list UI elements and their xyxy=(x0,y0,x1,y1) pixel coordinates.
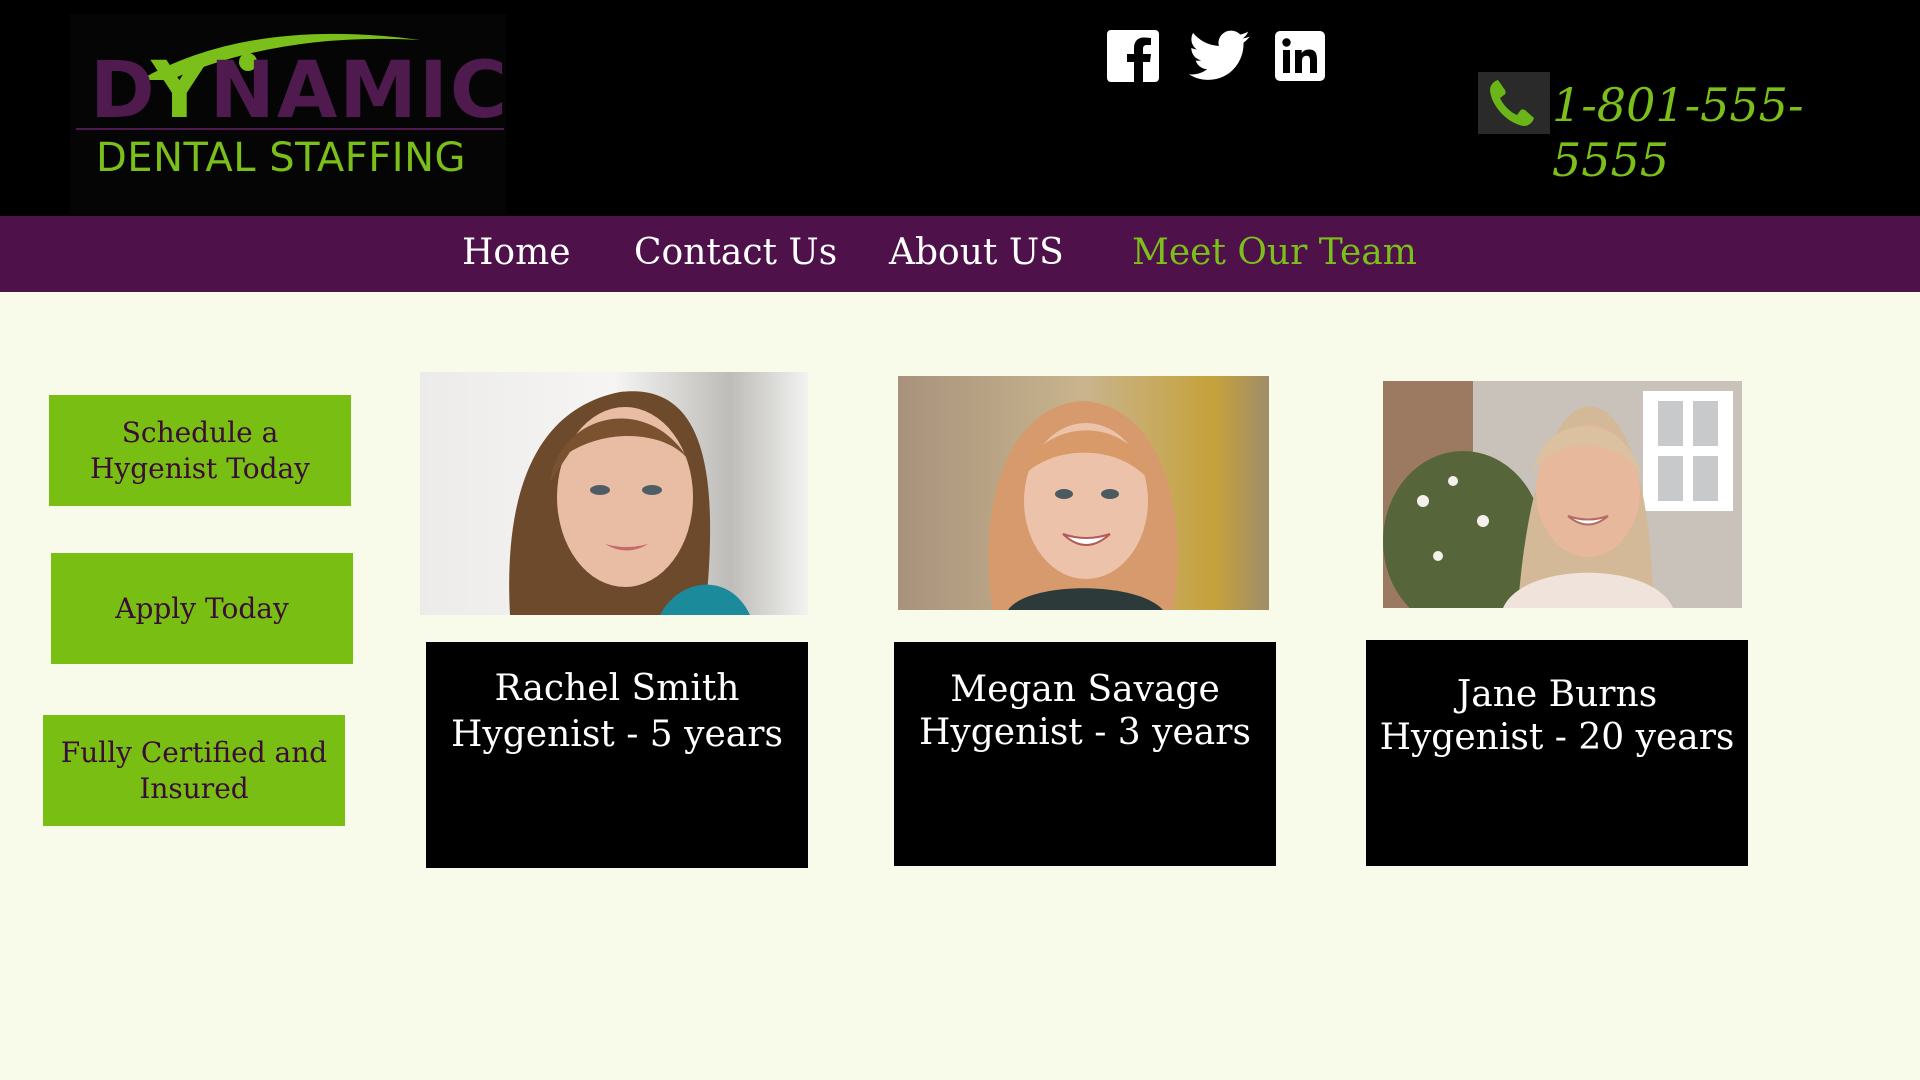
phone-icon-box xyxy=(1478,72,1550,134)
schedule-hygenist-button[interactable]: Schedule a Hygenist Today xyxy=(49,395,351,506)
phone-number[interactable]: 1-801-555-5555 xyxy=(1552,78,1920,188)
team-member-name: Megan Savage xyxy=(950,669,1220,710)
logo-wordmark: DYNAMIC xyxy=(90,52,509,130)
schedule-button-line2: Hygenist Today xyxy=(89,451,311,485)
team-member-name: Jane Burns xyxy=(1456,674,1658,715)
certified-button-line2: Insured xyxy=(139,771,249,805)
facebook-icon[interactable] xyxy=(1107,30,1159,82)
twitter-icon[interactable] xyxy=(1186,30,1254,82)
dynamic-dental-staffing-logo[interactable]: DYNAMIC DENTAL STAFFING xyxy=(70,14,509,214)
team-card-megan-savage: Megan Savage Hygenist - 3 years xyxy=(894,642,1276,866)
schedule-button-line1: Schedule a xyxy=(121,415,279,449)
linkedin-icon[interactable] xyxy=(1275,31,1325,81)
team-photo-megan-savage xyxy=(898,376,1269,610)
certified-insured-button[interactable]: Fully Certified and Insured xyxy=(43,715,345,826)
nav-item-contact-us[interactable]: Contact Us xyxy=(634,230,837,276)
logo-letter-d: D xyxy=(90,46,152,136)
team-photo-rachel-smith xyxy=(420,372,808,615)
logo-letter-y: Y xyxy=(151,46,210,136)
logo-letters-namic: NAMIC xyxy=(209,46,510,136)
team-member-role: Hygenist - 20 years xyxy=(1379,717,1735,758)
phone-icon xyxy=(1490,80,1534,126)
team-photo-jane-burns xyxy=(1383,381,1742,608)
logo-divider xyxy=(76,128,504,130)
team-member-name: Rachel Smith xyxy=(494,668,740,709)
team-member-role: Hygenist - 5 years xyxy=(451,714,783,755)
team-member-role: Hygenist - 3 years xyxy=(919,712,1251,753)
nav-item-about-us[interactable]: About US xyxy=(889,230,1064,276)
main-navigation: Home Contact Us About US Meet Our Team xyxy=(0,216,1920,292)
apply-today-button[interactable]: Apply Today xyxy=(51,553,353,664)
nav-item-home[interactable]: Home xyxy=(462,230,571,276)
nav-item-meet-our-team[interactable]: Meet Our Team xyxy=(1132,230,1417,276)
certified-button-line1: Fully Certified and xyxy=(60,735,328,769)
apply-button-label: Apply Today xyxy=(115,591,289,625)
team-card-rachel-smith: Rachel Smith Hygenist - 5 years xyxy=(426,642,808,868)
logo-tagline: DENTAL STAFFING xyxy=(96,135,466,181)
site-header: DYNAMIC DENTAL STAFFING 1-801-555-5555 xyxy=(0,0,1920,216)
team-card-jane-burns: Jane Burns Hygenist - 20 years xyxy=(1366,640,1748,866)
